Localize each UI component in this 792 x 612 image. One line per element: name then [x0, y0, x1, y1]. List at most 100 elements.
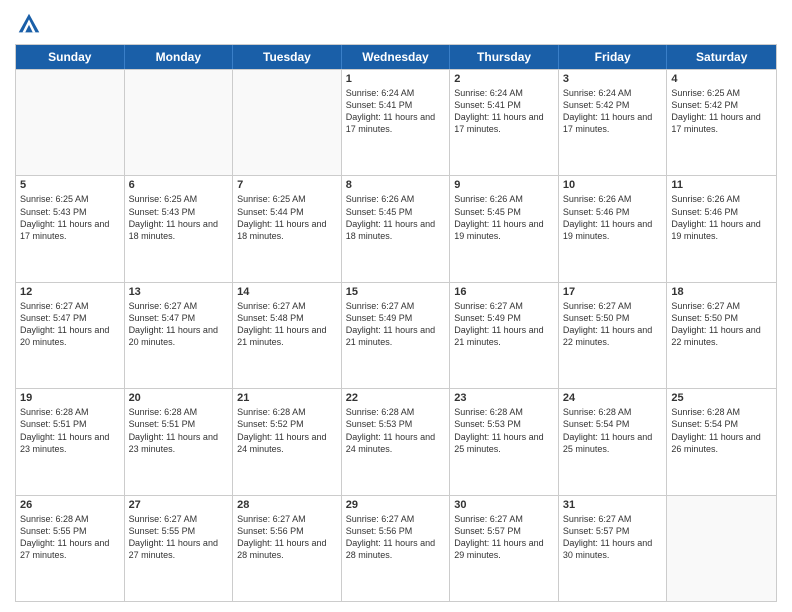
cell-info: Sunrise: 6:28 AMSunset: 5:51 PMDaylight:… [129, 406, 229, 455]
day-cell-23: 23Sunrise: 6:28 AMSunset: 5:53 PMDayligh… [450, 389, 559, 494]
cell-info: Sunrise: 6:28 AMSunset: 5:51 PMDaylight:… [20, 406, 120, 455]
cell-info: Sunrise: 6:25 AMSunset: 5:43 PMDaylight:… [129, 193, 229, 242]
calendar-row-2: 12 Sunrise: 6:27 AMSunset: 5:47 PMDayligh… [16, 282, 776, 388]
day-number: 21 [237, 392, 337, 404]
cell-info: Sunrise: 6:28 AMSunset: 5:55 PMDaylight:… [20, 513, 120, 562]
day-number: 1 [346, 73, 446, 85]
cell-info: Sunrise: 6:26 AMSunset: 5:45 PMDaylight:… [346, 193, 446, 242]
day-number: 20 [129, 392, 229, 404]
day-cell-10: 10Sunrise: 6:26 AMSunset: 5:46 PMDayligh… [559, 176, 668, 281]
cell-info: Sunrise: 6:27 AMSunset: 5:47 PMDaylight:… [20, 300, 120, 349]
day-cell-3: 3Sunrise: 6:24 AMSunset: 5:42 PMDaylight… [559, 70, 668, 175]
day-number: 11 [671, 179, 772, 191]
cell-info: Sunrise: 6:27 AMSunset: 5:47 PMDaylight:… [129, 300, 229, 349]
cell-info: Sunrise: 6:27 AMSunset: 5:55 PMDaylight:… [129, 513, 229, 562]
day-cell-18: 18 Sunrise: 6:27 AMSunset: 5:50 PMDayligh… [667, 283, 776, 388]
logo [15, 10, 47, 38]
cell-info: Sunrise: 6:27 AMSunset: 5:49 PMDaylight:… [454, 300, 554, 349]
day-cell-22: 22 Sunrise: 6:28 AMSunset: 5:53 PMDayligh… [342, 389, 451, 494]
page: SundayMondayTuesdayWednesdayThursdayFrid… [0, 0, 792, 612]
calendar-body: 1 Sunrise: 6:24 AMSunset: 5:41 PMDaylight… [16, 69, 776, 601]
header-day-tuesday: Tuesday [233, 45, 342, 69]
day-cell-26: 26 Sunrise: 6:28 AMSunset: 5:55 PMDayligh… [16, 496, 125, 601]
day-cell-13: 13 Sunrise: 6:27 AMSunset: 5:47 PMDayligh… [125, 283, 234, 388]
cell-info: Sunrise: 6:27 AMSunset: 5:50 PMDaylight:… [671, 300, 772, 349]
header-day-friday: Friday [559, 45, 668, 69]
day-number: 12 [20, 286, 120, 298]
day-number: 27 [129, 499, 229, 511]
day-number: 25 [671, 392, 772, 404]
day-number: 15 [346, 286, 446, 298]
cell-info: Sunrise: 6:28 AMSunset: 5:54 PMDaylight:… [671, 406, 772, 455]
empty-cell [125, 70, 234, 175]
calendar: SundayMondayTuesdayWednesdayThursdayFrid… [15, 44, 777, 602]
day-number: 10 [563, 179, 663, 191]
day-number: 29 [346, 499, 446, 511]
day-number: 26 [20, 499, 120, 511]
day-cell-29: 29 Sunrise: 6:27 AMSunset: 5:56 PMDayligh… [342, 496, 451, 601]
day-cell-28: 28 Sunrise: 6:27 AMSunset: 5:56 PMDayligh… [233, 496, 342, 601]
day-number: 22 [346, 392, 446, 404]
cell-info: Sunrise: 6:24 AMSunset: 5:42 PMDaylight:… [563, 87, 663, 136]
cell-info: Sunrise: 6:25 AMSunset: 5:43 PMDaylight:… [20, 193, 120, 242]
cell-info: Sunrise: 6:24 AMSunset: 5:41 PMDaylight:… [346, 87, 446, 136]
calendar-row-1: 5 Sunrise: 6:25 AMSunset: 5:43 PMDaylight… [16, 175, 776, 281]
empty-cell [16, 70, 125, 175]
logo-icon [15, 10, 43, 38]
day-number: 13 [129, 286, 229, 298]
day-number: 30 [454, 499, 554, 511]
cell-info: Sunrise: 6:25 AMSunset: 5:42 PMDaylight:… [671, 87, 772, 136]
cell-info: Sunrise: 6:25 AMSunset: 5:44 PMDaylight:… [237, 193, 337, 242]
cell-info: Sunrise: 6:27 AMSunset: 5:49 PMDaylight:… [346, 300, 446, 349]
day-number: 8 [346, 179, 446, 191]
day-number: 28 [237, 499, 337, 511]
day-number: 17 [563, 286, 663, 298]
day-number: 6 [129, 179, 229, 191]
cell-info: Sunrise: 6:27 AMSunset: 5:57 PMDaylight:… [563, 513, 663, 562]
day-cell-2: 2 Sunrise: 6:24 AMSunset: 5:41 PMDaylight… [450, 70, 559, 175]
header-day-sunday: Sunday [16, 45, 125, 69]
cell-info: Sunrise: 6:27 AMSunset: 5:50 PMDaylight:… [563, 300, 663, 349]
day-number: 24 [563, 392, 663, 404]
day-number: 7 [237, 179, 337, 191]
day-cell-4: 4 Sunrise: 6:25 AMSunset: 5:42 PMDaylight… [667, 70, 776, 175]
day-cell-6: 6 Sunrise: 6:25 AMSunset: 5:43 PMDaylight… [125, 176, 234, 281]
day-cell-11: 11 Sunrise: 6:26 AMSunset: 5:46 PMDayligh… [667, 176, 776, 281]
cell-info: Sunrise: 6:27 AMSunset: 5:56 PMDaylight:… [346, 513, 446, 562]
day-number: 14 [237, 286, 337, 298]
day-number: 2 [454, 73, 554, 85]
calendar-row-3: 19 Sunrise: 6:28 AMSunset: 5:51 PMDayligh… [16, 388, 776, 494]
day-cell-7: 7 Sunrise: 6:25 AMSunset: 5:44 PMDaylight… [233, 176, 342, 281]
day-cell-30: 30 Sunrise: 6:27 AMSunset: 5:57 PMDayligh… [450, 496, 559, 601]
cell-info: Sunrise: 6:27 AMSunset: 5:48 PMDaylight:… [237, 300, 337, 349]
day-cell-21: 21 Sunrise: 6:28 AMSunset: 5:52 PMDayligh… [233, 389, 342, 494]
day-number: 9 [454, 179, 554, 191]
day-number: 18 [671, 286, 772, 298]
cell-info: Sunrise: 6:26 AMSunset: 5:45 PMDaylight:… [454, 193, 554, 242]
cell-info: Sunrise: 6:26 AMSunset: 5:46 PMDaylight:… [671, 193, 772, 242]
cell-info: Sunrise: 6:28 AMSunset: 5:53 PMDaylight:… [346, 406, 446, 455]
day-cell-15: 15 Sunrise: 6:27 AMSunset: 5:49 PMDayligh… [342, 283, 451, 388]
day-cell-12: 12 Sunrise: 6:27 AMSunset: 5:47 PMDayligh… [16, 283, 125, 388]
day-cell-27: 27 Sunrise: 6:27 AMSunset: 5:55 PMDayligh… [125, 496, 234, 601]
cell-info: Sunrise: 6:27 AMSunset: 5:56 PMDaylight:… [237, 513, 337, 562]
header-day-saturday: Saturday [667, 45, 776, 69]
day-number: 19 [20, 392, 120, 404]
calendar-row-4: 26 Sunrise: 6:28 AMSunset: 5:55 PMDayligh… [16, 495, 776, 601]
day-cell-8: 8 Sunrise: 6:26 AMSunset: 5:45 PMDaylight… [342, 176, 451, 281]
cell-info: Sunrise: 6:24 AMSunset: 5:41 PMDaylight:… [454, 87, 554, 136]
cell-info: Sunrise: 6:28 AMSunset: 5:52 PMDaylight:… [237, 406, 337, 455]
empty-cell [233, 70, 342, 175]
day-cell-16: 16 Sunrise: 6:27 AMSunset: 5:49 PMDayligh… [450, 283, 559, 388]
day-cell-14: 14 Sunrise: 6:27 AMSunset: 5:48 PMDayligh… [233, 283, 342, 388]
day-number: 5 [20, 179, 120, 191]
cell-info: Sunrise: 6:27 AMSunset: 5:57 PMDaylight:… [454, 513, 554, 562]
day-cell-20: 20 Sunrise: 6:28 AMSunset: 5:51 PMDayligh… [125, 389, 234, 494]
cell-info: Sunrise: 6:28 AMSunset: 5:54 PMDaylight:… [563, 406, 663, 455]
day-number: 16 [454, 286, 554, 298]
header [15, 10, 777, 38]
cell-info: Sunrise: 6:28 AMSunset: 5:53 PMDaylight:… [454, 406, 554, 455]
day-cell-24: 24 Sunrise: 6:28 AMSunset: 5:54 PMDayligh… [559, 389, 668, 494]
day-cell-19: 19 Sunrise: 6:28 AMSunset: 5:51 PMDayligh… [16, 389, 125, 494]
day-number: 4 [671, 73, 772, 85]
